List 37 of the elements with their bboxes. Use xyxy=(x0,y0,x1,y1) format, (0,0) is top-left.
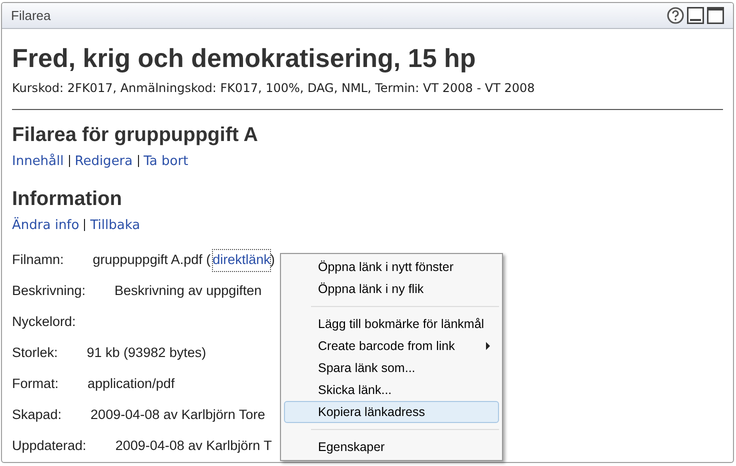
menu-item[interactable]: Lägg till bokmärke för länkmål xyxy=(284,313,499,335)
maximize-icon[interactable] xyxy=(707,7,724,24)
field-label: Skapad: xyxy=(12,406,62,424)
field-value: application/pdf xyxy=(88,375,175,394)
field-label: Storlek: xyxy=(12,344,58,362)
field-value: 2009-04-08 av Karlbjörn Tore xyxy=(90,406,266,424)
link[interactable]: Innehåll xyxy=(12,154,64,169)
course-info: Kurskod: 2FK017, Anmälningskod: FK017, 100%, DAG, NML, Termin: VT 2008 - VT 2008 xyxy=(12,80,536,97)
direct-link[interactable]: direktlänk xyxy=(212,250,270,271)
link[interactable]: Ta bort xyxy=(144,154,188,169)
help-icon[interactable] xyxy=(667,7,684,24)
menu-item[interactable]: Egenskaper xyxy=(284,436,499,458)
link[interactable]: Tillbaka xyxy=(90,218,140,232)
link[interactable]: Redigera xyxy=(74,154,133,169)
menu-item[interactable]: Öppna länk i nytt fönster xyxy=(284,256,499,278)
course-title: Fred, krig och demokratisering, 15 hp xyxy=(12,42,477,75)
field-label: Beskrivning: xyxy=(12,282,86,300)
field-value: 2009-04-08 av Karlbjörn T xyxy=(115,437,272,456)
field-label: Filnamn: xyxy=(12,251,64,270)
field-value: 91 kb (93982 bytes) xyxy=(86,344,206,362)
submenu-arrow-icon xyxy=(486,342,490,350)
field-value: gruppuppgift A.pdf ( xyxy=(92,251,211,270)
menu-item[interactable]: Öppna länk i ny flik xyxy=(284,278,499,300)
field-label: Nyckelord: xyxy=(12,313,76,332)
field-label: Uppdaterad: xyxy=(12,437,86,456)
menu-item[interactable]: Kopiera länkadress xyxy=(284,401,499,423)
window-title: Filarea xyxy=(11,6,51,25)
menu-item[interactable]: Skicka länk... xyxy=(284,379,499,401)
menu-item[interactable]: Create barcode from link xyxy=(284,335,499,357)
menu-item[interactable]: Spara länk som... xyxy=(284,357,499,379)
minimize-icon[interactable] xyxy=(687,7,704,24)
parenthesis: ) xyxy=(270,251,275,270)
field-value: Beskrivning av uppgiften xyxy=(114,282,262,300)
link[interactable]: Ändra info xyxy=(12,218,80,232)
section-title: Filarea för gruppuppgift A xyxy=(12,123,259,148)
section-title: Information xyxy=(12,186,123,212)
field-label: Format: xyxy=(12,375,59,394)
